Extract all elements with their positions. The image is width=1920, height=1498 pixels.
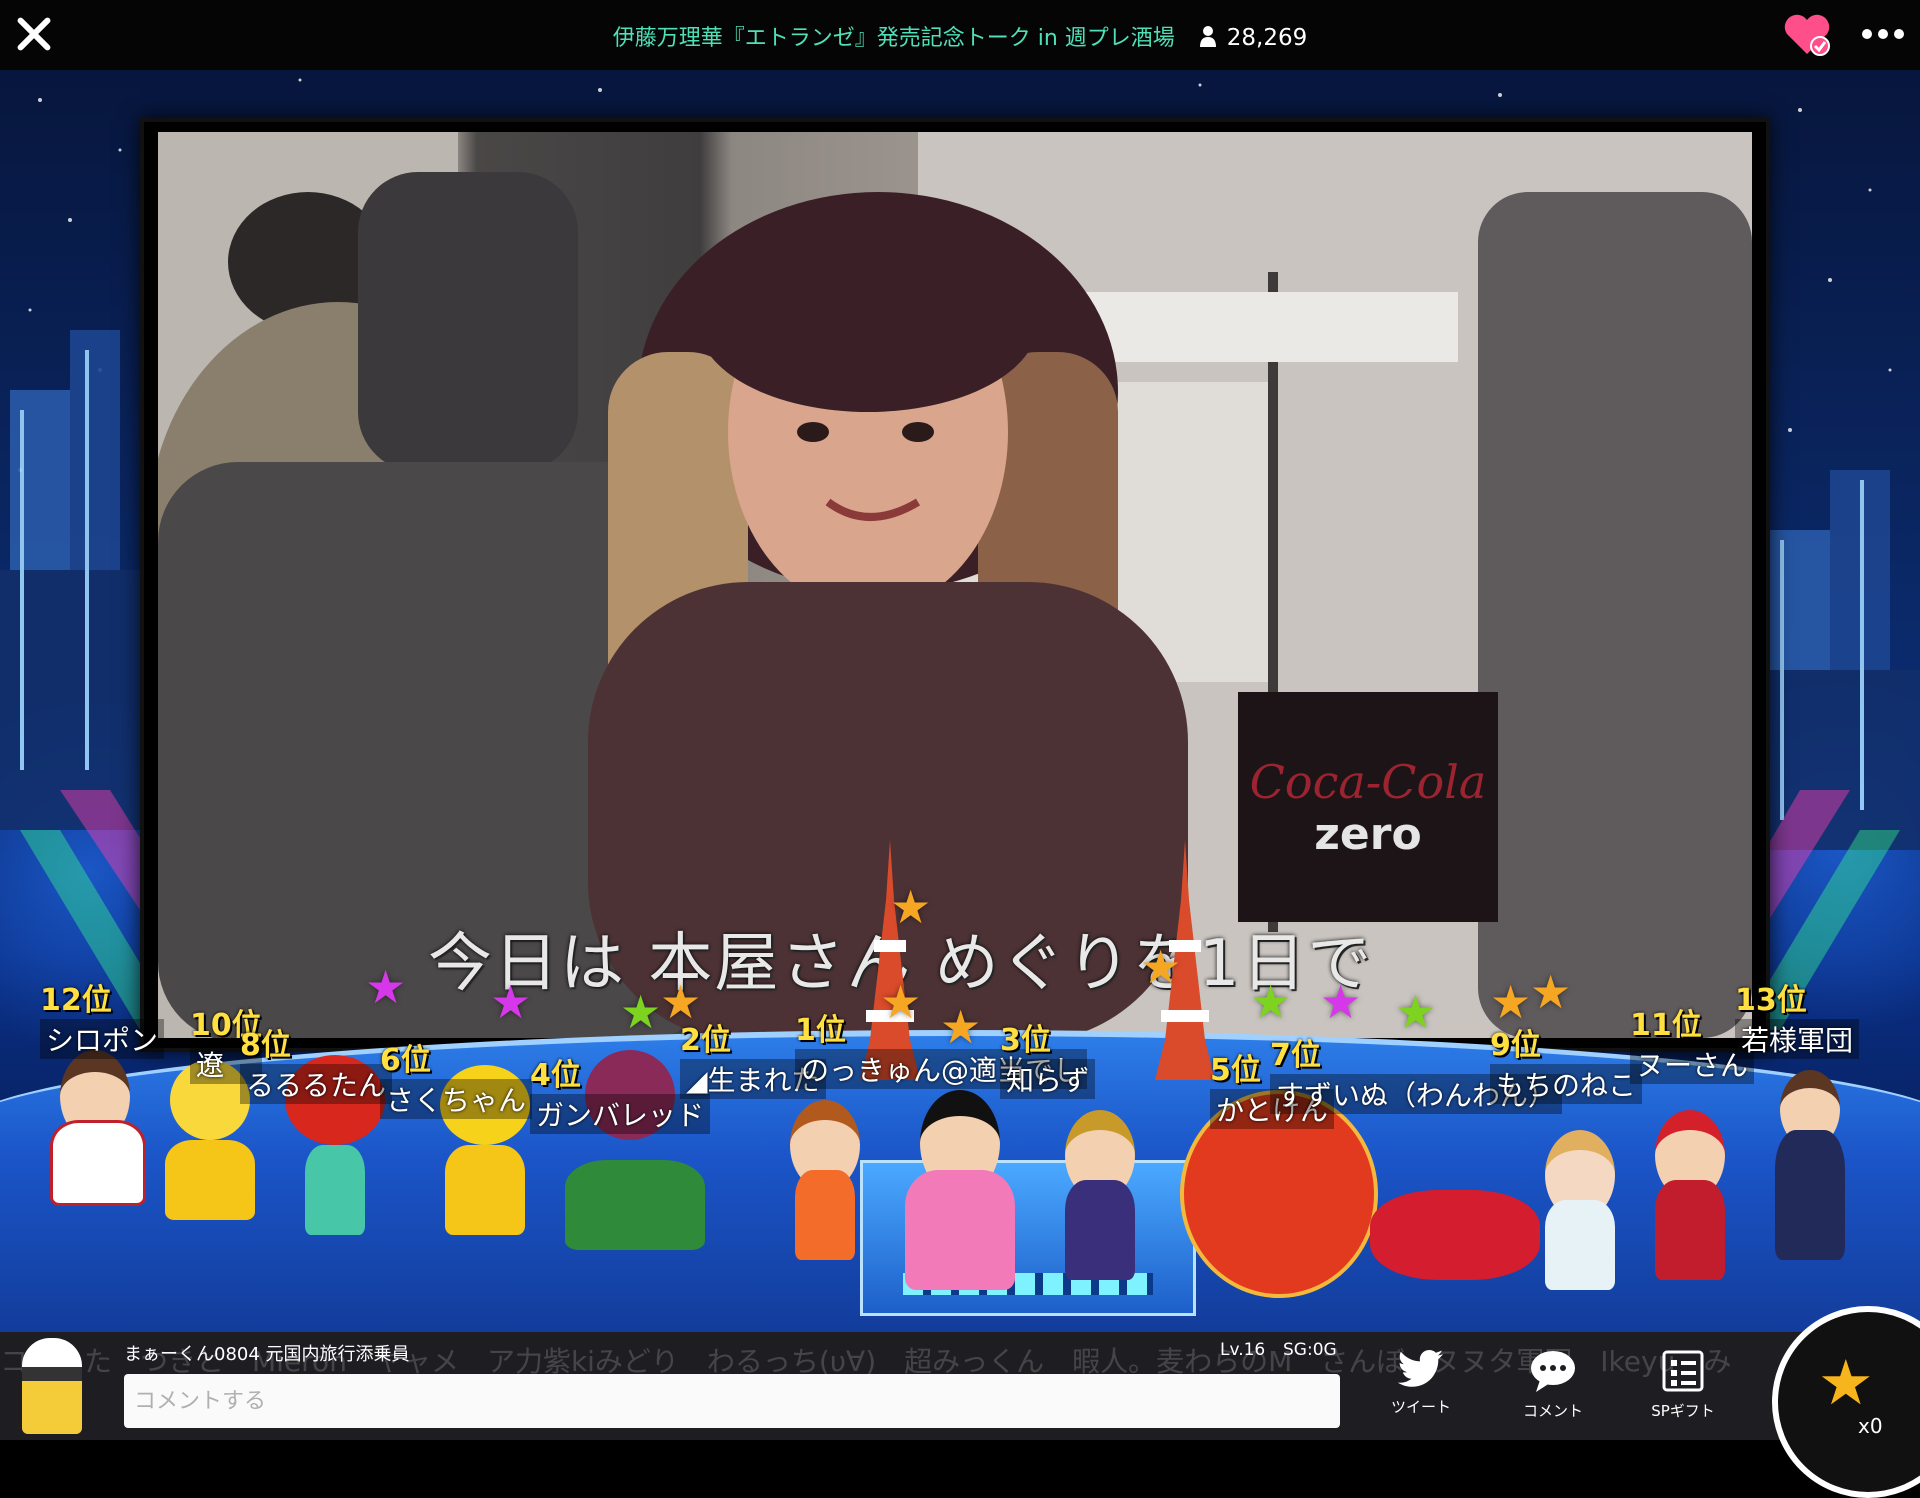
video-scene <box>158 132 1752 1038</box>
sign-text: Coca-Cola <box>1249 754 1487 809</box>
avatar[interactable] <box>1530 1130 1630 1300</box>
avatar[interactable] <box>1050 1110 1150 1290</box>
user-level: Lv.16 <box>1220 1340 1266 1360</box>
coca-cola-sign: Coca-Cola zero <box>1238 692 1498 922</box>
star-icon: ★ <box>1818 1346 1874 1419</box>
rank-position: 8位 <box>240 1028 291 1063</box>
more-options-button[interactable] <box>1862 22 1908 46</box>
star-icon: ★ <box>490 975 532 1029</box>
comment-label: コメント <box>1522 1402 1583 1420</box>
user-sg: SG:0G <box>1283 1340 1337 1360</box>
gift-count: x0 <box>1858 1414 1883 1438</box>
rank-position: 13位 <box>1735 983 1807 1018</box>
star-icon: ★ <box>365 960 407 1014</box>
viewer-icon <box>1199 26 1216 47</box>
star-icon: ★ <box>1530 965 1572 1019</box>
rank-position: 9位 <box>1490 1028 1541 1063</box>
chat-bubble-icon <box>1531 1351 1575 1392</box>
star-icon: ★ <box>1320 975 1362 1029</box>
title-area: 伊藤万理華『エトランゼ』発売記念トーク in 週プレ酒場 28,269 <box>0 20 1920 52</box>
user-avatar[interactable] <box>22 1338 82 1434</box>
live-video[interactable]: Coca-Cola zero 今日は 本屋さん めぐりを1日で <box>158 132 1752 1038</box>
stream-title: 伊藤万理華『エトランゼ』発売記念トーク in 週プレ酒場 <box>612 26 1175 51</box>
star-icon: ★ <box>1250 975 1292 1029</box>
rank-name: シロポン <box>40 1019 165 1059</box>
avatar[interactable] <box>895 1090 1025 1300</box>
rank-name: もちのねこ <box>1490 1064 1643 1104</box>
rank-name: さくちゃん <box>380 1079 533 1119</box>
video-frame: Coca-Cola zero 今日は 本屋さん めぐりを1日で <box>140 118 1770 1052</box>
gift-list-icon <box>1662 1350 1704 1392</box>
rank-name: るるるたん <box>240 1064 393 1104</box>
rank-position: 6位 <box>380 1043 431 1078</box>
avatar[interactable] <box>1640 1110 1740 1290</box>
rank-label: 8位 るるるたん <box>240 1020 393 1104</box>
rank-position: 3位 <box>1000 1023 1051 1058</box>
twitter-icon <box>1398 1350 1443 1387</box>
top-bar: 伊藤万理華『エトランゼ』発売記念トーク in 週プレ酒場 28,269 <box>0 0 1920 70</box>
rank-name: ガンバレッド <box>530 1094 711 1134</box>
rank-label: 9位 もちのねこ <box>1490 1020 1643 1104</box>
rank-label: 3位 知らず <box>1000 1015 1096 1099</box>
rank-label: 13位 若様軍団 <box>1735 975 1860 1059</box>
comment-button[interactable]: コメント <box>1508 1350 1598 1421</box>
sign-text: zero <box>1314 808 1422 860</box>
comment-input[interactable] <box>124 1374 1340 1428</box>
rank-name: 知らず <box>1000 1059 1096 1099</box>
star-icon: ★ <box>890 880 932 934</box>
rank-name: 若様軍団 <box>1735 1019 1860 1059</box>
avatar[interactable] <box>1760 1070 1860 1270</box>
dot-icon <box>1878 29 1888 39</box>
dot-icon <box>1894 29 1904 39</box>
avatar[interactable] <box>775 1100 875 1270</box>
sp-gift-label: SPギフト <box>1651 1402 1715 1420</box>
star-icon: ★ <box>1140 940 1182 994</box>
viewer-count: 28,269 <box>1226 25 1308 51</box>
scooter-avatar[interactable] <box>1370 1160 1540 1300</box>
bottom-bar: コまりた つきと Mieron ヤャメ ア力紫kiみどり わるっち(υ∀) 超み… <box>0 1332 1920 1440</box>
avatar[interactable] <box>40 1050 150 1210</box>
rank-label: 12位 シロポン <box>40 975 165 1059</box>
sp-gift-button[interactable]: SPギフト <box>1638 1350 1728 1421</box>
user-name: まぁーくん0804 元国内旅行添乗員 <box>124 1344 410 1365</box>
heart-check-icon[interactable] <box>1782 12 1832 56</box>
tweet-label: ツイート <box>1390 1398 1451 1416</box>
tweet-button[interactable]: ツイート <box>1376 1350 1466 1417</box>
rank-label: 6位 さくちゃん <box>380 1035 533 1119</box>
dot-icon <box>1862 29 1872 39</box>
stage-area: Coca-Cola zero 今日は 本屋さん めぐりを1日で ★ ★ ★ ★ … <box>0 70 1920 1332</box>
rank-position: 12位 <box>40 983 112 1018</box>
